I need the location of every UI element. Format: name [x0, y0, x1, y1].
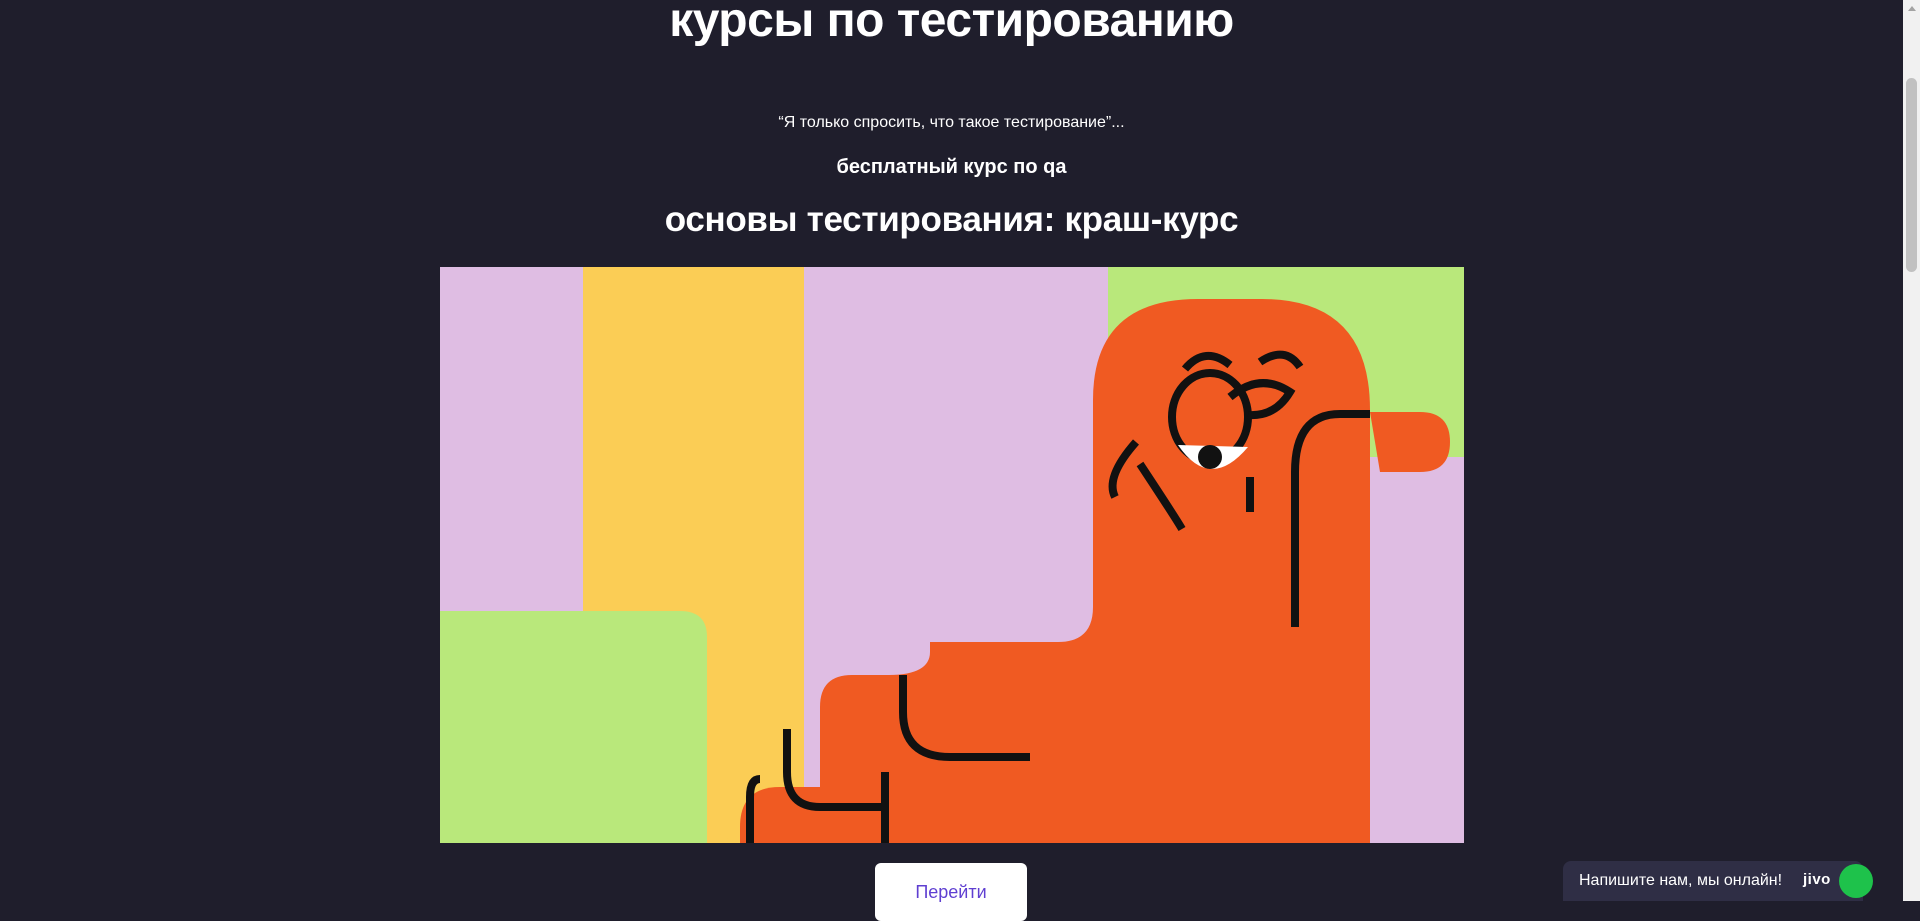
- chat-widget[interactable]: Напишите нам, мы онлайн! jivo: [1563, 861, 1873, 901]
- go-to-course-button[interactable]: Перейти: [875, 863, 1027, 921]
- course-banner-image: [440, 267, 1464, 843]
- chat-label: Напишите нам, мы онлайн!: [1579, 872, 1783, 889]
- vertical-scrollbar[interactable]: [1903, 0, 1920, 901]
- course-quote: “Я только спросить, что такое тестирован…: [778, 114, 1125, 131]
- course-title: основы тестирования: краш-курс: [664, 200, 1239, 239]
- jivo-logo-icon: jivo: [1803, 871, 1831, 888]
- page: курсы по тестированию “Я только спросить…: [0, 0, 1903, 921]
- scroll-thumb[interactable]: [1906, 78, 1917, 272]
- lazy-character-illustration-icon: [440, 267, 1464, 843]
- page-title: курсы по тестированию: [669, 0, 1234, 47]
- online-status-icon: [1839, 864, 1873, 898]
- scroll-up-arrow-icon[interactable]: [1903, 0, 1920, 17]
- course-subtitle: бесплатный курс по qa: [836, 156, 1067, 178]
